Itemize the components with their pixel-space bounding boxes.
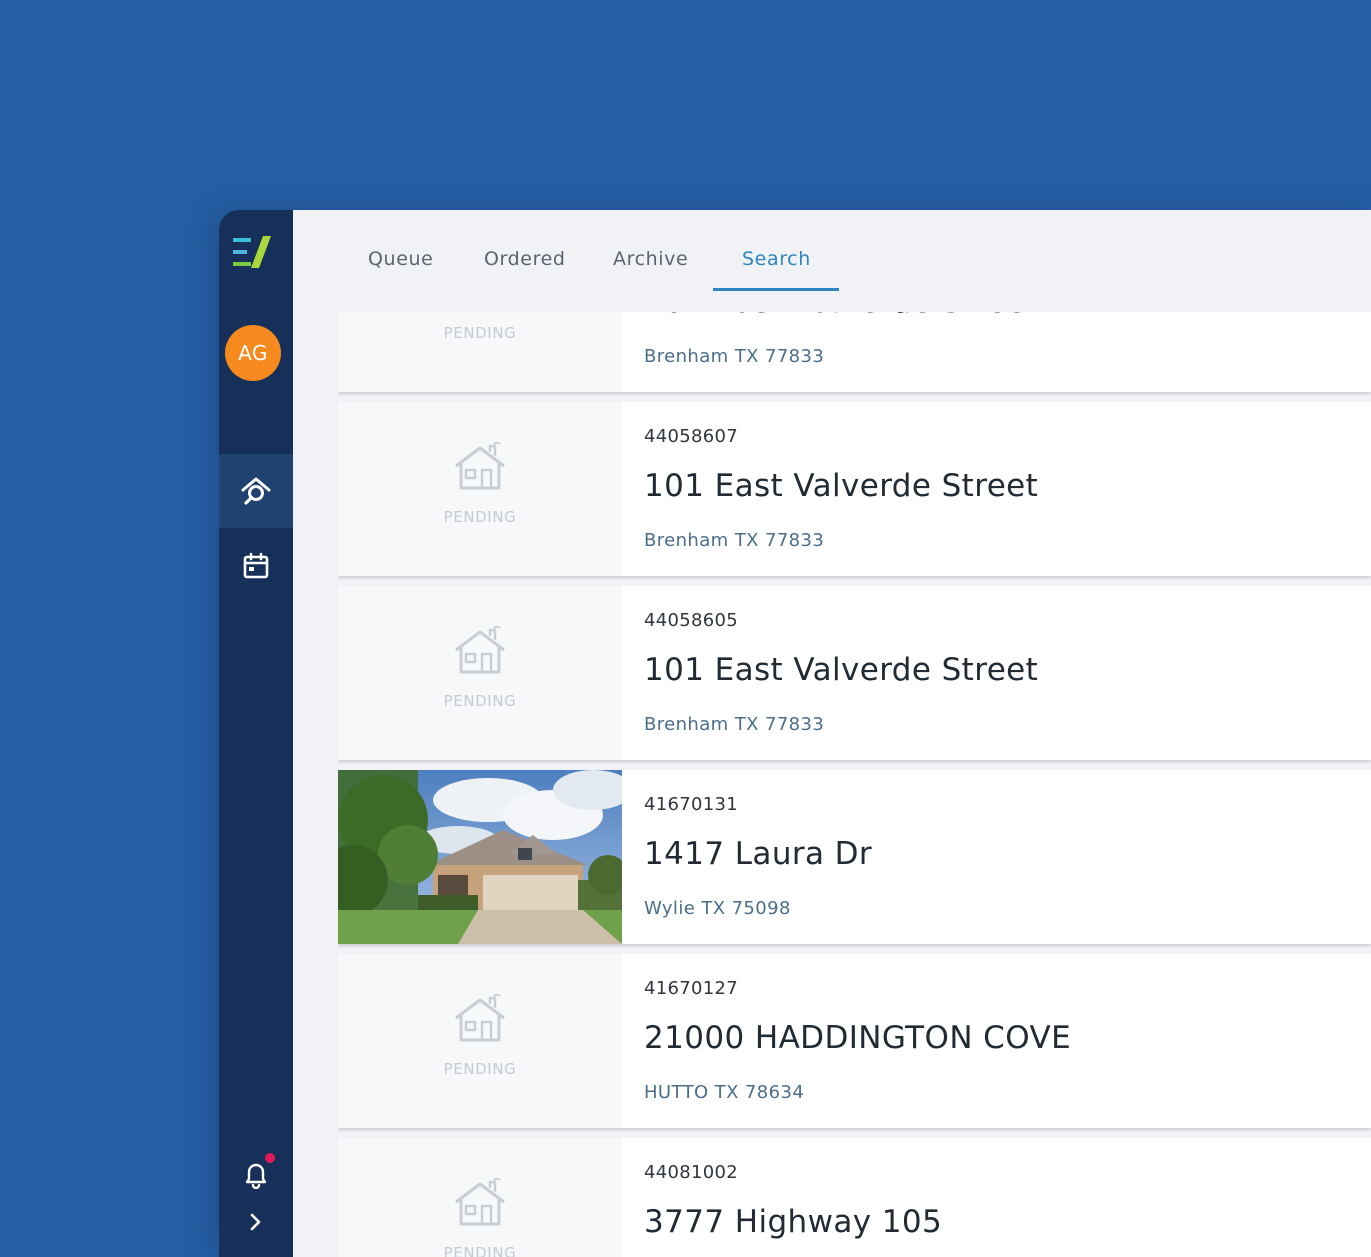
nav-calendar[interactable]	[219, 529, 293, 603]
order-info: 41670127 21000 HADDINGTON COVE HUTTO TX …	[644, 954, 1371, 1128]
notifications-button[interactable]	[219, 1150, 293, 1198]
order-city: Brenham TX 77833	[644, 530, 825, 551]
order-info: 101 East Valverde Street Brenham TX 7783…	[644, 312, 1371, 392]
order-id: 41670131	[644, 794, 739, 815]
order-id: 44058605	[644, 610, 739, 631]
house-placeholder-icon	[455, 1178, 505, 1226]
order-thumbnail: PENDING	[338, 1138, 622, 1257]
bell-icon	[245, 1163, 267, 1189]
status-label: PENDING	[443, 508, 517, 526]
house-placeholder-icon	[455, 994, 505, 1042]
user-avatar[interactable]: AG	[225, 325, 281, 381]
active-tab-indicator	[713, 288, 839, 291]
notification-dot	[265, 1153, 275, 1163]
sidebar: AG	[219, 210, 293, 1257]
house-placeholder-icon	[455, 442, 505, 490]
order-thumbnail: PENDING	[338, 312, 622, 392]
status-label: PENDING	[443, 692, 517, 710]
expand-sidebar-button[interactable]	[219, 1202, 293, 1242]
app-window: AG Queue Ordered Archive Search PENDING …	[219, 210, 1371, 1257]
property-photo	[338, 770, 622, 944]
app-logo[interactable]	[233, 236, 275, 272]
order-address: 3777 Highway 105	[644, 1204, 943, 1240]
nav-house-search[interactable]	[219, 454, 293, 528]
tab-bar: Queue Ordered Archive Search	[293, 210, 1371, 312]
order-id: 44058607	[644, 426, 739, 447]
order-city: Brenham TX 77833	[644, 346, 825, 367]
order-address: 101 East Valverde Street	[644, 468, 1039, 504]
order-city: Wylie TX 75098	[644, 898, 791, 919]
order-address: 101 East Valverde Street	[644, 652, 1039, 688]
order-id: 44081002	[644, 1162, 739, 1183]
order-thumbnail: PENDING	[338, 586, 622, 760]
order-card[interactable]: 41670131 1417 Laura Dr Wylie TX 75098	[338, 770, 1371, 944]
order-card[interactable]: PENDING 101 East Valverde Street Brenham…	[338, 312, 1371, 392]
house-search-icon	[241, 477, 271, 505]
order-card[interactable]: PENDING 44058607 101 East Valverde Stree…	[338, 402, 1371, 576]
house-placeholder-icon	[455, 626, 505, 674]
order-card[interactable]: PENDING 44058605 101 East Valverde Stree…	[338, 586, 1371, 760]
order-card[interactable]: PENDING 44081002 3777 Highway 105	[338, 1138, 1371, 1257]
tab-ordered[interactable]: Ordered	[484, 248, 566, 292]
tab-queue[interactable]: Queue	[368, 248, 433, 292]
order-info: 44081002 3777 Highway 105	[644, 1138, 1371, 1257]
orders-list[interactable]: PENDING 101 East Valverde Street Brenham…	[338, 312, 1371, 1257]
tab-archive[interactable]: Archive	[613, 248, 688, 292]
calendar-icon	[243, 552, 269, 579]
order-info: 41670131 1417 Laura Dr Wylie TX 75098	[644, 770, 1371, 944]
main-content: Queue Ordered Archive Search PENDING Bre…	[293, 210, 1371, 1257]
status-label: PENDING	[443, 1244, 517, 1257]
order-info: 44058605 101 East Valverde Street Brenha…	[644, 586, 1371, 760]
order-info: 44058607 101 East Valverde Street Brenha…	[644, 402, 1371, 576]
status-label: PENDING	[443, 324, 517, 342]
order-address: 101 East Valverde Street	[644, 312, 1038, 320]
order-address: 1417 Laura Dr	[644, 836, 873, 872]
chevron-right-icon	[250, 1213, 261, 1231]
order-city: HUTTO TX 78634	[644, 1082, 805, 1103]
order-thumbnail: PENDING	[338, 954, 622, 1128]
order-id: 41670127	[644, 978, 739, 999]
tab-search[interactable]: Search	[742, 248, 811, 292]
order-city: Brenham TX 77833	[644, 714, 825, 735]
order-thumbnail: PENDING	[338, 402, 622, 576]
house-photo-image	[338, 770, 622, 944]
order-card[interactable]: PENDING 41670127 21000 HADDINGTON COVE H…	[338, 954, 1371, 1128]
order-address: 21000 HADDINGTON COVE	[644, 1020, 1072, 1056]
status-label: PENDING	[443, 1060, 517, 1078]
